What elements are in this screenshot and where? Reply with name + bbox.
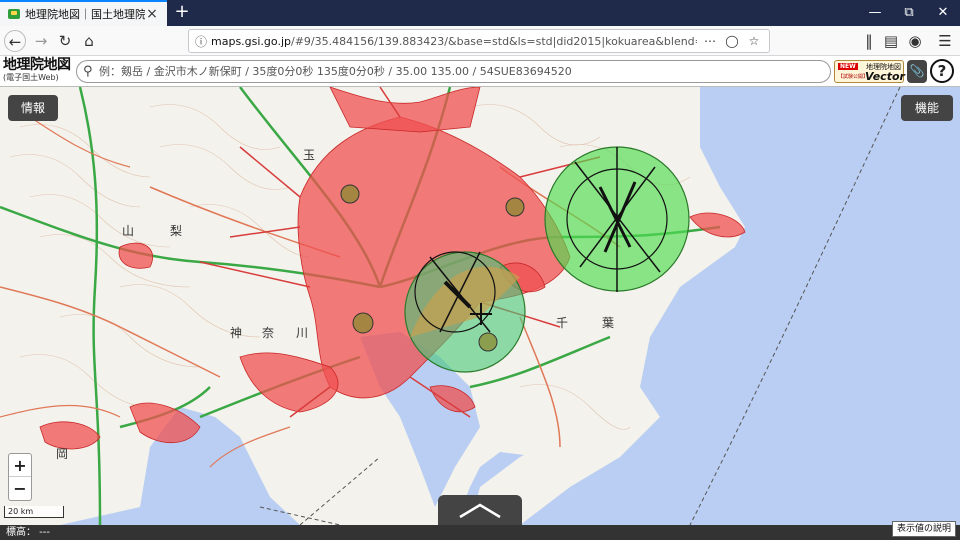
expand-panel-button[interactable]: [438, 495, 522, 525]
tab-close-icon[interactable]: ×: [145, 6, 159, 22]
info-panel-button[interactable]: 情報: [8, 95, 58, 121]
paperclip-icon[interactable]: 📎: [907, 60, 927, 83]
site-favicon-icon: [8, 9, 20, 19]
new-tab-button[interactable]: +: [172, 2, 192, 22]
map-label-kanagawa-3: 川: [296, 326, 309, 340]
map-graphic: [0, 87, 901, 525]
scale-bar: 20 km: [4, 506, 64, 518]
elevation-bar: 標高： ---: [0, 525, 960, 540]
account-icon[interactable]: ◉: [904, 30, 926, 52]
search-box: ⚲: [76, 60, 831, 83]
map-label-chiba-1: 千: [556, 316, 569, 330]
zoom-in-button[interactable]: +: [9, 454, 31, 477]
tab-title: 地理院地図｜国土地理院: [25, 8, 145, 21]
search-input[interactable]: [99, 65, 824, 78]
map-label-saitama: 玉: [303, 148, 316, 162]
vector-map-banner[interactable]: NEW 【試験公開】 地理院地図 Vector: [834, 60, 905, 83]
zoom-control: + −: [8, 453, 32, 501]
map-label-kanagawa-1: 神: [230, 326, 243, 340]
zoom-out-button[interactable]: −: [9, 477, 31, 500]
back-icon[interactable]: ←: [4, 30, 26, 52]
minimize-icon[interactable]: —: [860, 3, 890, 23]
legend-explanation-button[interactable]: 表示値の説明: [891, 521, 956, 537]
logo-title: 地理院地図: [3, 57, 71, 73]
site-logo[interactable]: 地理院地図 (電子国土Web): [3, 58, 73, 85]
pocket-icon[interactable]: ◯: [723, 34, 741, 48]
new-badge: NEW: [838, 63, 858, 70]
map-label-yamanashi-1: 山: [122, 224, 135, 238]
map-canvas[interactable]: 山 梨 玉 神 奈 川 千 葉 岡 情報 機能 + − 20 km: [0, 87, 960, 525]
window-close-icon[interactable]: ✕: [928, 3, 958, 23]
search-icon[interactable]: ⚲: [83, 64, 99, 79]
url-domain: maps.gsi.go.jp: [211, 34, 291, 48]
menu-icon[interactable]: ☰: [934, 30, 956, 52]
more-icon[interactable]: ⋯: [701, 34, 719, 48]
help-button[interactable]: ?: [930, 59, 954, 83]
reload-icon[interactable]: ↻: [54, 30, 76, 52]
airport-zone-narita: [544, 146, 690, 292]
info-icon[interactable]: ⓘ: [195, 33, 211, 50]
url-text: maps.gsi.go.jp/#9/35.484156/139.883423/&…: [211, 35, 697, 48]
library-icon[interactable]: ‖: [858, 30, 880, 52]
url-path: /#9/35.484156/139.883423/&base=std&ls=st…: [291, 34, 697, 48]
bookmark-star-icon[interactable]: ☆: [745, 34, 763, 48]
function-panel-button[interactable]: 機能: [901, 95, 953, 121]
trial-label: 【試験公開】: [838, 74, 869, 80]
restore-icon[interactable]: ⧉: [894, 3, 924, 23]
browser-tab-bar: 地理院地図｜国土地理院 × + — ⧉ ✕: [0, 0, 960, 26]
map-label-shizuoka: 岡: [56, 447, 69, 461]
site-header: 地理院地図 (電子国土Web) ⚲ NEW 【試験公開】 地理院地図 Vecto…: [0, 56, 960, 87]
airport-zone-haneda: [404, 251, 526, 373]
chevron-up-icon: [459, 503, 501, 519]
logo-subtitle: (電子国土Web): [3, 73, 59, 82]
url-bar[interactable]: ⓘ maps.gsi.go.jp/#9/35.484156/139.883423…: [188, 29, 770, 53]
browser-tab[interactable]: 地理院地図｜国土地理院 ×: [0, 0, 167, 26]
home-icon[interactable]: ⌂: [78, 30, 100, 52]
vector-label: Vector: [865, 70, 905, 83]
map-label-kanagawa-2: 奈: [262, 326, 275, 340]
map-label-yamanashi-2: 梨: [170, 224, 183, 238]
map-label-chiba-2: 葉: [602, 316, 615, 330]
forward-icon[interactable]: →: [30, 30, 52, 52]
sidebar-icon[interactable]: ▤: [880, 30, 902, 52]
browser-nav-bar: ← → ↻ ⌂ ⓘ maps.gsi.go.jp/#9/35.484156/13…: [0, 26, 960, 56]
